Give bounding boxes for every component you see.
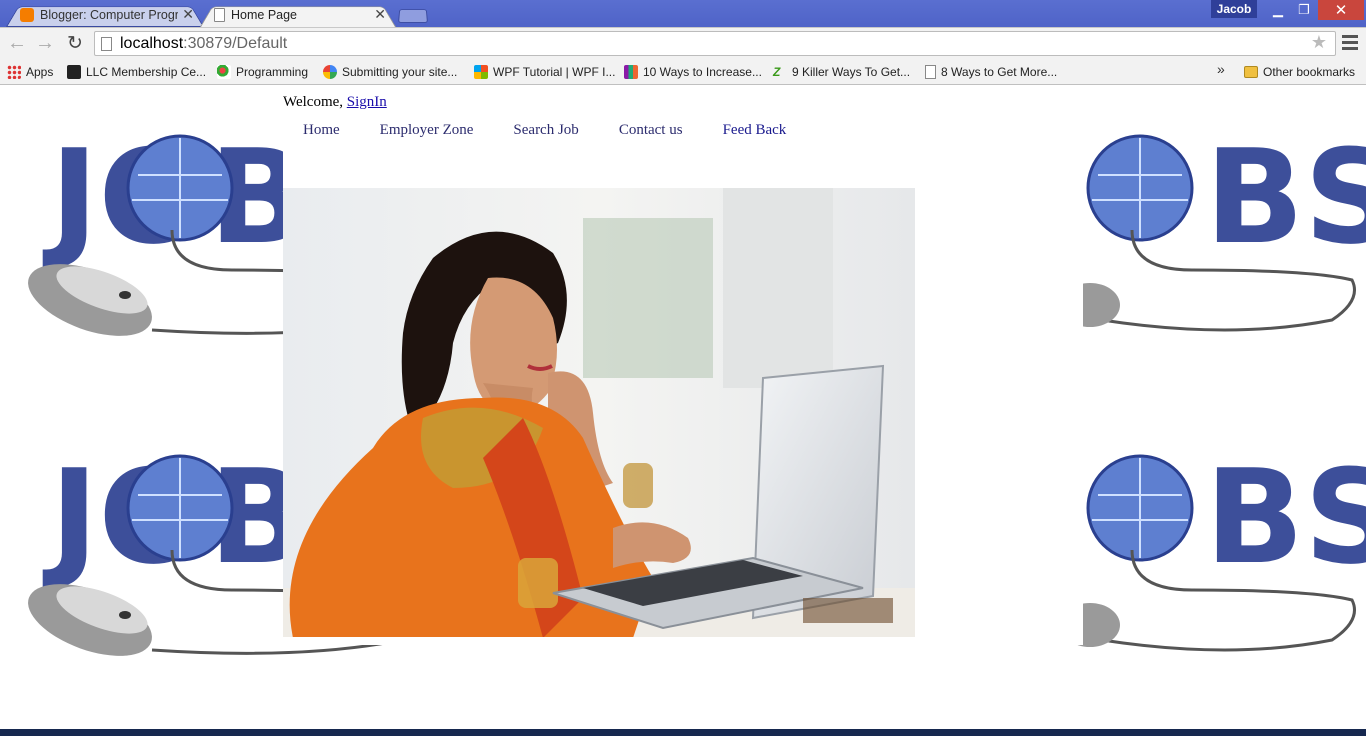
svg-text:BS: BS [1205, 130, 1366, 273]
welcome-text: Welcome, [283, 94, 344, 110]
bookmark-label: 10 Ways to Increase... [643, 64, 762, 79]
star-icon[interactable]: ★ [1311, 32, 1327, 53]
blogger-icon [20, 7, 34, 22]
nav-feed-back[interactable]: Feed Back [723, 122, 787, 139]
tab-title: Blogger: Computer Progra [40, 7, 179, 22]
url-host: localhost [120, 34, 184, 52]
windows-taskbar [0, 729, 1366, 736]
bookmark-label: Apps [26, 64, 54, 79]
close-window-button[interactable]: ✕ [1318, 0, 1364, 20]
apps-grid-icon [7, 64, 21, 79]
bookmark-label: WPF Tutorial | WPF I... [493, 64, 616, 79]
bookmark-9-killer[interactable]: Z 9 Killer Ways To Get... [773, 62, 910, 81]
bookmark-llc[interactable]: LLC Membership Ce... [67, 62, 206, 81]
nav-contact-us[interactable]: Contact us [619, 122, 683, 139]
bookmark-label: 9 Killer Ways To Get... [792, 64, 911, 79]
other-bookmarks[interactable]: Other bookmarks [1244, 62, 1355, 81]
close-icon[interactable]: ✕ [374, 6, 386, 23]
ze-icon: Z [773, 64, 781, 79]
windows-icon [474, 64, 488, 79]
bookmark-label: Submitting your site... [342, 64, 458, 79]
tab-home-page[interactable]: Home Page ✕ [200, 2, 396, 27]
bookmark-label: Programming [236, 64, 309, 79]
site-nav-menu: Home Employer Zone Search Job Contact us… [303, 122, 786, 139]
welcome-line: Welcome, SignIn [283, 94, 387, 111]
tab-title: Home Page [231, 7, 298, 22]
bookmark-apps[interactable]: Apps [7, 62, 53, 81]
back-arrow-icon[interactable]: ← [5, 32, 29, 54]
bookmark-programming[interactable]: Programming [217, 62, 308, 81]
bookmark-8-ways[interactable]: 8 Ways to Get More... [925, 62, 1057, 81]
main-content: Welcome, SignIn Home Employer Zone Searc… [283, 85, 1083, 645]
browser-toolbar: ← → ↻ localhost:30879/Default ★ [0, 27, 1366, 58]
grid-icon [624, 64, 638, 79]
bookmarks-overflow-chevron[interactable]: » [1217, 61, 1225, 77]
page-icon [101, 36, 112, 51]
bookmark-wpf[interactable]: WPF Tutorial | WPF I... [474, 62, 615, 81]
nav-search-job[interactable]: Search Job [513, 122, 578, 139]
nav-home[interactable]: Home [303, 122, 340, 139]
svg-text:BS: BS [1205, 450, 1366, 593]
user-profile-badge[interactable]: Jacob [1211, 0, 1257, 18]
page-icon [925, 64, 936, 79]
page-viewport: JOBS JOBS BS [0, 85, 1366, 729]
signin-link[interactable]: SignIn [347, 94, 387, 110]
maximize-button[interactable]: ❐ [1290, 0, 1318, 20]
hamburger-menu-icon[interactable] [1340, 33, 1360, 53]
folder-icon [1244, 65, 1258, 78]
close-icon[interactable]: ✕ [182, 6, 194, 23]
programming-icon [217, 64, 231, 79]
hero-image [283, 188, 915, 638]
address-bar[interactable]: localhost:30879/Default ★ [94, 31, 1336, 56]
google-icon [323, 64, 337, 79]
bookmark-submitting[interactable]: Submitting your site... [323, 62, 457, 81]
forward-arrow-icon[interactable]: → [33, 32, 57, 54]
nav-employer-zone[interactable]: Employer Zone [380, 122, 474, 139]
minimize-button[interactable]: ▁ [1264, 0, 1292, 20]
bookmarks-bar: Apps LLC Membership Ce... Programming Su… [0, 58, 1366, 85]
url-path: :30879/Default [183, 34, 288, 52]
bookmark-label: 8 Ways to Get More... [941, 64, 1058, 79]
page-icon [214, 7, 225, 22]
reload-icon[interactable]: ↻ [63, 32, 87, 54]
title-bar: Blogger: Computer Progra ✕ Home Page ✕ J… [0, 0, 1366, 27]
llc-icon [67, 64, 81, 79]
bookmark-10-ways[interactable]: 10 Ways to Increase... [624, 62, 762, 81]
new-tab-button[interactable] [398, 7, 428, 23]
bookmark-label: LLC Membership Ce... [86, 64, 207, 79]
tab-blogger[interactable]: Blogger: Computer Progra ✕ [6, 2, 204, 27]
other-bookmarks-label: Other bookmarks [1263, 64, 1356, 79]
